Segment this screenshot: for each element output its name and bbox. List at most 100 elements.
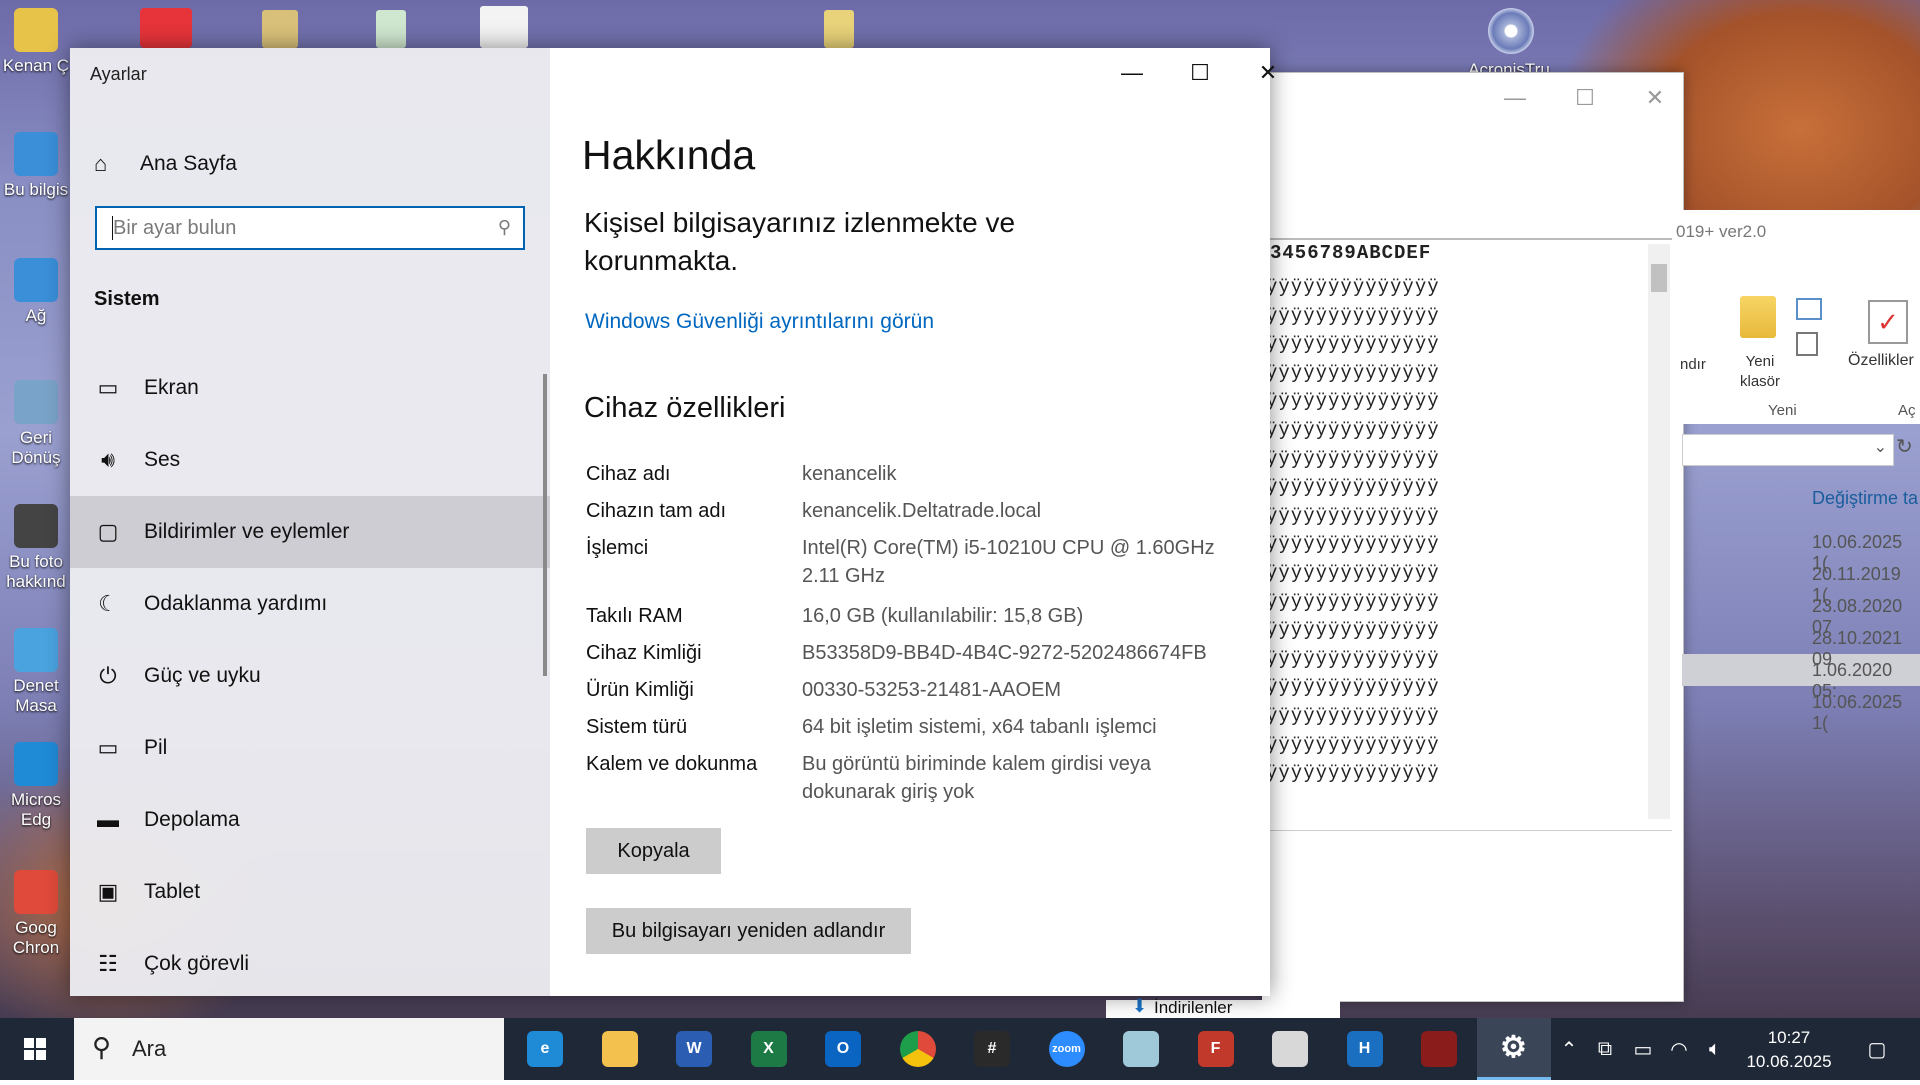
spec-value[interactable]: 00330-53253-21481-AAOEM <box>802 676 1226 704</box>
copy-button[interactable]: Kopyala <box>586 828 721 874</box>
copy-path-icon[interactable] <box>1796 298 1822 320</box>
sidebar-item-label: Ses <box>144 448 181 471</box>
action-center-icon[interactable]: ▢ <box>1852 1018 1902 1080</box>
taskbar-app-settings[interactable]: ⚙ <box>1476 1018 1551 1080</box>
usb-shortcut-icon[interactable] <box>480 6 528 48</box>
taskbar-app-snipping[interactable] <box>1253 1018 1327 1080</box>
taskbar-app-game[interactable] <box>1402 1018 1476 1080</box>
hex-row: ÿÿÿÿÿÿÿÿÿÿÿÿÿÿ <box>1266 590 1440 613</box>
close-icon[interactable]: ✕ <box>1635 83 1675 113</box>
spec-value[interactable]: kenancelik.Deltatrade.local <box>802 497 1226 525</box>
desktop-icon[interactable]: Micros Edg <box>0 742 72 830</box>
hex-row: ÿÿÿÿÿÿÿÿÿÿÿÿÿÿ <box>1266 562 1440 584</box>
downloads-label[interactable]: İndirilenler <box>1154 998 1232 1018</box>
remote-icon[interactable]: ⧉ <box>1588 1018 1622 1080</box>
taskbar-app-file-explorer[interactable] <box>583 1018 657 1080</box>
taskbar-app-outlook[interactable]: O <box>806 1018 880 1080</box>
refresh-icon[interactable]: ↻ <box>1896 434 1913 459</box>
home-nav-item[interactable]: ⌂ Ana Sayfa <box>94 144 237 184</box>
sidebar-item-pil[interactable]: ▭ Pil <box>70 712 550 784</box>
taskbar-app-edge[interactable]: e <box>508 1018 582 1080</box>
app-shortcut-icon[interactable] <box>140 8 192 48</box>
new-folder-button[interactable]: Yeni klasör <box>1730 352 1790 392</box>
disc-icon[interactable] <box>1488 8 1534 54</box>
sidebar-item-odaklanma[interactable]: ☾ Odaklanma yardımı <box>70 568 550 640</box>
minimize-icon[interactable]: — <box>1495 83 1535 113</box>
search-icon: ⚲ <box>92 1032 112 1062</box>
taskbar-app-h-app[interactable]: H <box>1328 1018 1402 1080</box>
maximize-icon[interactable]: ☐ <box>1565 83 1605 113</box>
document-shortcut-icon[interactable] <box>262 10 298 48</box>
volume-icon[interactable]: 🔈︎ <box>1698 1018 1732 1080</box>
spec-value[interactable]: 64 bit işletim sistemi, x64 tabanlı işle… <box>802 713 1226 741</box>
desktop-icon[interactable]: Bu bilgis <box>0 132 72 200</box>
taskbar-app-network-tool[interactable]: # <box>955 1018 1029 1080</box>
spec-key: Cihaz Kimliği <box>586 642 702 664</box>
settings-window[interactable]: Ayarlar ⌂ Ana Sayfa Bir ayar bulun ⚲ Sis… <box>70 48 1277 996</box>
search-icon[interactable]: ⚲ <box>498 217 511 238</box>
new-item-icon[interactable] <box>1796 332 1818 356</box>
sidebar-scrollbar[interactable] <box>543 374 547 676</box>
address-bar[interactable]: ⌄ <box>1682 434 1894 466</box>
sidebar-item-çok[interactable]: ☷ Çok görevli <box>70 928 550 1000</box>
taskbar-search-box[interactable]: ⚲ Ara <box>74 1018 504 1080</box>
download-arrow-icon: ⬇ <box>1132 996 1148 1016</box>
desktop-icon[interactable]: Ağ <box>0 258 72 326</box>
close-icon[interactable]: ✕ <box>1234 48 1302 98</box>
notepad-icon <box>1123 1031 1159 1067</box>
sidebar-item-tablet[interactable]: ▣ Tablet <box>70 856 550 928</box>
ribbon-group-new: Yeni <box>1768 402 1797 419</box>
spec-value[interactable]: Intel(R) Core(TM) i5-10210U CPU @ 1.60GH… <box>802 534 1226 590</box>
maximize-icon[interactable]: ☐ <box>1166 48 1234 98</box>
spec-value[interactable]: 16,0 GB (kullanılabilir: 15,8 GB) <box>802 602 1226 630</box>
properties-button[interactable]: Özellikler <box>1848 352 1914 370</box>
start-button[interactable] <box>0 1018 70 1080</box>
spec-value[interactable]: B53358D9-BB4D-4B4C-9272-5202486674FB <box>802 639 1226 667</box>
desktop-icon[interactable]: Denet Masa <box>0 628 72 716</box>
security-details-link[interactable]: Windows Güvenliği ayrıntılarını görün <box>585 310 934 334</box>
file-explorer-icon <box>601 1031 638 1067</box>
home-label: Ana Sayfa <box>140 152 237 175</box>
sidebar-item-depolama[interactable]: ▬ Depolama <box>70 784 550 856</box>
desktop-icon[interactable]: Kenan Ç <box>0 8 72 76</box>
sidebar-item-ses[interactable]: 🔊︎ Ses <box>70 424 550 496</box>
settings-search-box[interactable]: Bir ayar bulun ⚲ <box>95 206 525 250</box>
hex-row: ÿÿÿÿÿÿÿÿÿÿÿÿÿÿ <box>1266 533 1440 556</box>
sidebar-item-bildirimler[interactable]: ▢ Bildirimler ve eylemler <box>70 496 550 568</box>
explorer-titlebar[interactable]: — ☐ ✕ <box>1263 73 1683 123</box>
ribbon-group-open: Aç <box>1898 402 1916 419</box>
sidebar-item-label: Çok görevli <box>144 952 250 975</box>
network-tool-icon: # <box>974 1031 1010 1067</box>
show-hidden-icons-icon[interactable]: ⌃ <box>1554 1018 1584 1080</box>
sidebar-item-güç[interactable]: ⏻ Güç ve uyku <box>70 640 550 712</box>
snipping-icon <box>1272 1031 1308 1067</box>
desktop-icon[interactable]: Geri Dönüş <box>0 380 72 468</box>
desktop-icon[interactable]: Bu foto hakkınd <box>0 504 72 592</box>
taskbar-app-notepad[interactable] <box>1104 1018 1178 1080</box>
taskbar-app-filezilla[interactable]: F <box>1179 1018 1253 1080</box>
settings-icon: ⚙ <box>1495 1029 1532 1066</box>
sidebar-item-ekran[interactable]: ▭ Ekran <box>70 352 550 424</box>
file-date[interactable]: 10.06.2025 1( <box>1812 692 1920 734</box>
wifi-icon[interactable]: ◠ <box>1662 1018 1696 1080</box>
desktop-icon[interactable]: Goog Chron <box>0 870 72 958</box>
battery-icon[interactable]: ▭ <box>1626 1018 1660 1080</box>
taskbar-app-chrome[interactable] <box>881 1018 955 1080</box>
taskbar-clock[interactable]: 10:27 10.06.2025 <box>1734 1026 1844 1074</box>
hex-scrollbar[interactable] <box>1648 244 1670 819</box>
folder-shortcut-icon[interactable] <box>824 10 854 48</box>
filezilla-icon: F <box>1197 1031 1234 1067</box>
spec-value[interactable]: kenancelik <box>802 460 1226 488</box>
taskbar-app-excel[interactable]: X <box>732 1018 806 1080</box>
column-header-modified[interactable]: Değiştirme ta <box>1812 488 1918 509</box>
taskbar-search-text: Ara <box>132 1036 167 1061</box>
taskbar-app-word[interactable]: W <box>657 1018 731 1080</box>
scrollbar-thumb[interactable] <box>1651 264 1667 292</box>
file-shortcut-icon[interactable] <box>376 10 406 48</box>
taskbar-app-zoom[interactable]: zoom <box>1030 1018 1104 1080</box>
hex-row: ÿÿÿÿÿÿÿÿÿÿÿÿÿÿ <box>1266 676 1440 699</box>
rename-pc-button[interactable]: Bu bilgisayarı yeniden adlandır <box>586 908 911 954</box>
spec-value[interactable]: Bu görüntü biriminde kalem girdisi veya … <box>802 750 1226 806</box>
chevron-down-icon[interactable]: ⌄ <box>1874 437 1887 457</box>
minimize-icon[interactable]: — <box>1098 48 1166 98</box>
